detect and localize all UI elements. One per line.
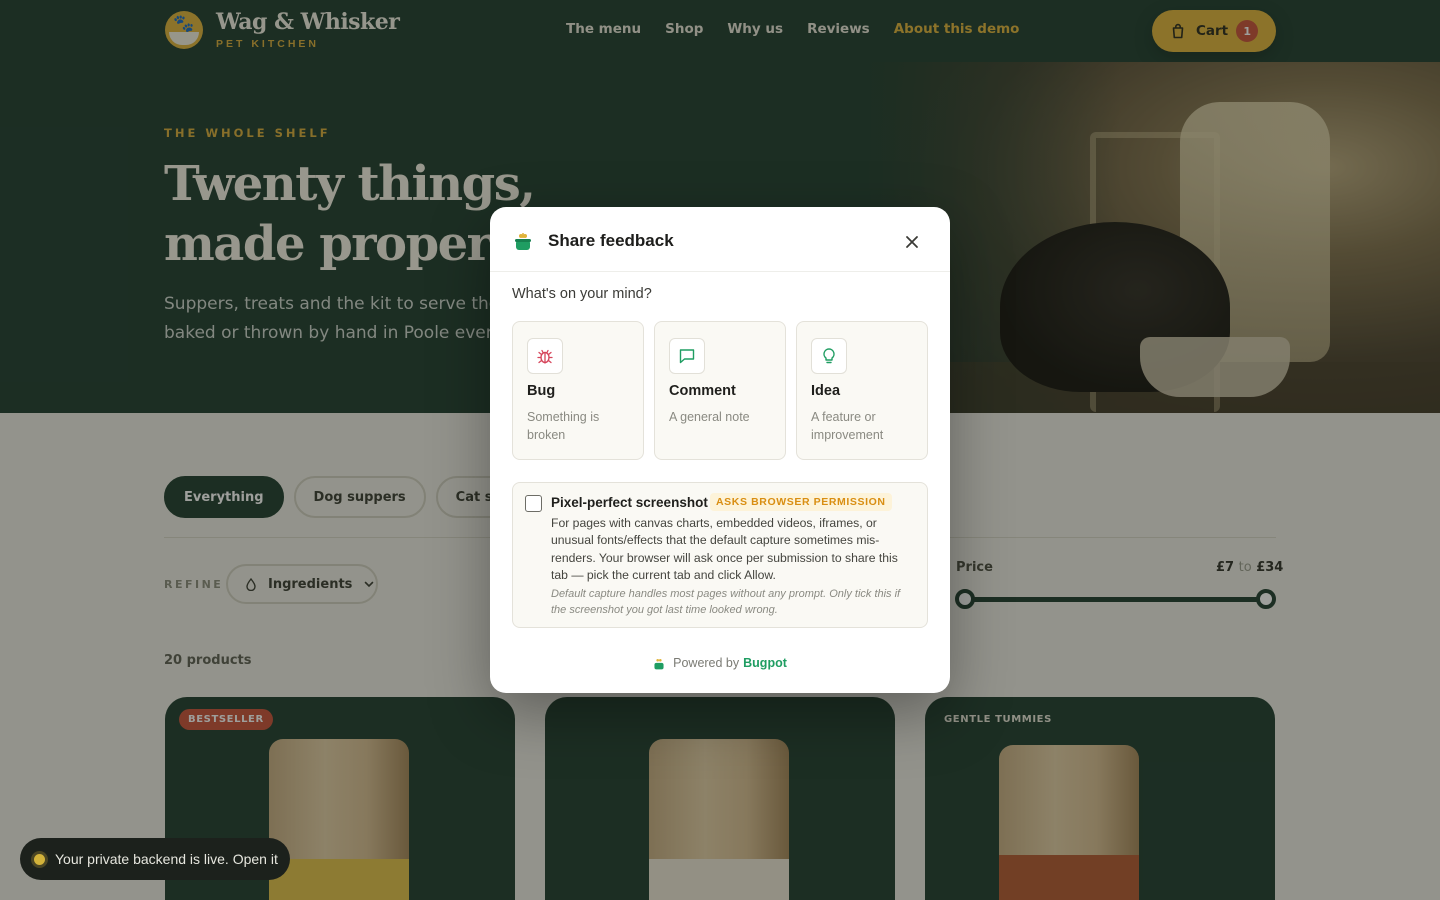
pixel-perfect-checkbox[interactable] bbox=[525, 495, 542, 512]
feedback-type-description: Something is broken bbox=[527, 410, 600, 442]
modal-header: Share feedback bbox=[490, 207, 950, 272]
powered-by-footer: Powered by Bugpot bbox=[490, 656, 950, 670]
feedback-type-description: A feature or improvement bbox=[811, 410, 884, 442]
feedback-type-title: Bug bbox=[527, 383, 556, 399]
screenshot-option-description: For pages with canvas charts, embedded v… bbox=[551, 516, 898, 583]
feedback-type-idea[interactable]: Idea A feature or improvement bbox=[796, 321, 928, 460]
feedback-type-comment[interactable]: Comment A general note bbox=[654, 321, 786, 460]
powered-by-text: Powered by bbox=[673, 656, 740, 670]
permission-badge: ASKS BROWSER PERMISSION bbox=[710, 493, 892, 511]
screenshot-option-title: Pixel-perfect screenshot bbox=[551, 495, 708, 510]
toast-text: Your private backend is live. Open it bbox=[55, 851, 278, 867]
screenshot-option-note: Default capture handles most pages witho… bbox=[551, 588, 901, 616]
feedback-type-description: A general note bbox=[669, 410, 750, 424]
close-icon[interactable] bbox=[902, 232, 922, 252]
feedback-prompt: What's on your mind? bbox=[512, 286, 652, 302]
comment-icon bbox=[669, 338, 705, 374]
pixel-perfect-screenshot-option: Pixel-perfect screenshot ASKS BROWSER PE… bbox=[512, 482, 928, 628]
bugpot-logo-icon bbox=[515, 233, 531, 250]
status-dot-icon bbox=[34, 853, 45, 865]
lightbulb-icon bbox=[811, 338, 847, 374]
bug-icon bbox=[527, 338, 563, 374]
modal-title: Share feedback bbox=[548, 231, 674, 250]
bugpot-logo-icon bbox=[654, 658, 664, 669]
feedback-type-title: Comment bbox=[669, 383, 736, 399]
feedback-type-title: Idea bbox=[811, 383, 841, 399]
feedback-modal: Share feedback What's on your mind? Bug … bbox=[490, 207, 950, 693]
bugpot-link[interactable]: Bugpot bbox=[743, 656, 787, 670]
feedback-type-bug[interactable]: Bug Something is broken bbox=[512, 321, 644, 460]
backend-status-toast[interactable]: Your private backend is live. Open it bbox=[20, 838, 290, 880]
